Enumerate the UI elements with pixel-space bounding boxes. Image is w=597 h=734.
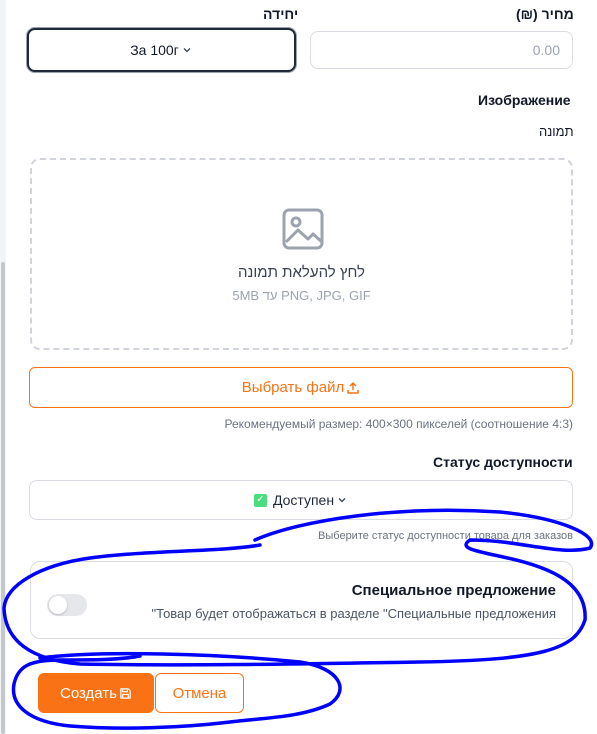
image-section-title: Изображение — [478, 92, 571, 108]
save-icon — [119, 687, 132, 700]
upload-icon — [346, 381, 360, 395]
create-label: Создать — [59, 684, 117, 702]
image-dropzone[interactable]: לחץ להעלאת תמונה 5MB עד PNG, JPG, GIF — [30, 158, 573, 350]
dropzone-subtitle: 5MB עד PNG, JPG, GIF — [232, 288, 371, 303]
cancel-label: Отмена — [172, 684, 227, 702]
price-label: מחיר (₪) — [516, 6, 574, 22]
recommended-size-hint: Рекомендуемый размер: 400×300 пикселей (… — [224, 417, 573, 431]
price-placeholder: 0.00 — [532, 42, 560, 58]
create-button[interactable]: Создать — [38, 673, 154, 713]
special-offer-card: Специальное предложение "Товар будет ото… — [30, 561, 573, 639]
availability-title: Статус доступности — [433, 454, 573, 470]
chevron-down-icon — [181, 44, 193, 56]
choose-file-label: Выбрать файл — [241, 379, 345, 396]
chevron-down-icon — [336, 494, 348, 506]
unit-label: יחידה — [263, 6, 299, 22]
unit-select[interactable]: За 100г — [27, 28, 296, 72]
availability-select[interactable]: ✓ Доступен — [29, 480, 573, 520]
special-offer-description: "Товар будет отображаться в разделе "Спе… — [151, 606, 556, 621]
special-offer-title: Специальное предложение — [351, 582, 556, 599]
special-offer-toggle[interactable] — [47, 594, 87, 616]
unit-value: За 100г — [130, 42, 179, 58]
choose-file-button[interactable]: Выбрать файл — [29, 367, 573, 408]
availability-value: Доступен — [272, 492, 335, 508]
toggle-knob — [49, 596, 67, 614]
cancel-button[interactable]: Отмена — [155, 673, 244, 713]
scrollbar-thumb[interactable] — [1, 262, 5, 734]
check-icon: ✓ — [253, 493, 267, 507]
dropzone-title: לחץ להעלאת תמונה — [238, 264, 365, 281]
price-input[interactable]: 0.00 — [310, 31, 573, 69]
image-icon — [282, 208, 324, 255]
availability-hint: Выберите статус доступности товара для з… — [318, 530, 573, 542]
image-field-label: תמונה — [539, 124, 574, 139]
